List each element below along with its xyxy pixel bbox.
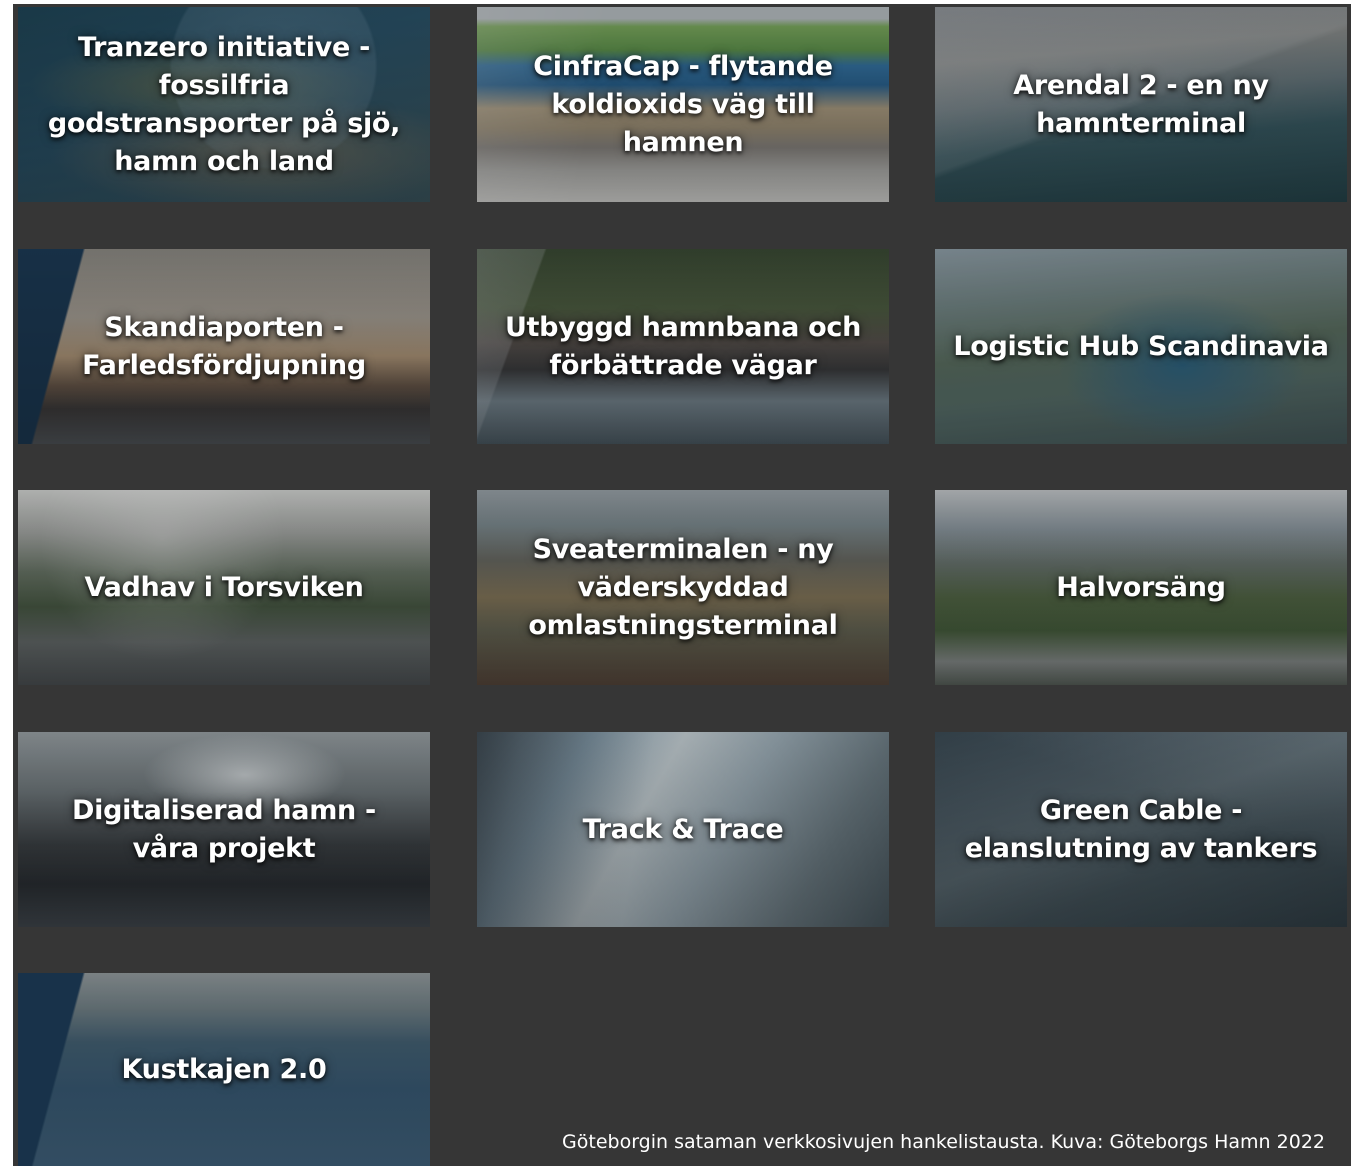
tile-label: Vadhav i Torsviken <box>84 571 364 603</box>
tile-label: Tranzero initiative - fossilfria godstra… <box>47 31 401 177</box>
tile-tranzero[interactable]: Tranzero initiative - fossilfria godstra… <box>18 7 430 202</box>
tile-arendal[interactable]: Arendal 2 - en ny hamnterminal <box>935 7 1347 202</box>
tile-label: Logistic Hub Scandinavia <box>953 330 1329 362</box>
tile-skandiaporten[interactable]: Skandiaporten - Farledsfördjupning <box>18 249 430 444</box>
tile-kustkajen[interactable]: Kustkajen 2.0 <box>18 973 430 1166</box>
tile-logistic-hub[interactable]: Logistic Hub Scandinavia <box>935 249 1347 444</box>
tile-label: Digitaliserad hamn - våra projekt <box>72 794 376 864</box>
project-grid: Tranzero initiative - fossilfria godstra… <box>13 4 1351 1166</box>
tile-label: Skandiaporten - Farledsfördjupning <box>82 311 366 381</box>
tile-hamnbana[interactable]: Utbyggd hamnbana och förbättrade vägar <box>477 249 889 444</box>
tile-label: Utbyggd hamnbana och förbättrade vägar <box>504 311 862 381</box>
tile-green-cable[interactable]: Green Cable - elanslutning av tankers <box>935 732 1347 927</box>
tile-label: Green Cable - elanslutning av tankers <box>964 794 1318 864</box>
tile-label: Sveaterminalen - ny väderskyddad omlastn… <box>528 533 838 641</box>
tile-halvorsang[interactable]: Halvorsäng <box>935 490 1347 685</box>
tile-vadhav[interactable]: Vadhav i Torsviken <box>18 490 430 685</box>
tile-label: Halvorsäng <box>1056 571 1226 603</box>
tile-digitaliserad[interactable]: Digitaliserad hamn - våra projekt <box>18 732 430 927</box>
tile-sveaterminalen[interactable]: Sveaterminalen - ny väderskyddad omlastn… <box>477 490 889 685</box>
tile-label: Kustkajen 2.0 <box>121 1053 327 1085</box>
tile-track-trace[interactable]: Track & Trace <box>477 732 889 927</box>
tile-label: Arendal 2 - en ny hamnterminal <box>1013 69 1269 139</box>
tile-label: CinfraCap - flytande koldioxids väg till… <box>533 50 833 158</box>
tile-label: Track & Trace <box>582 813 784 845</box>
image-caption: Göteborgin sataman verkkosivujen hankeli… <box>562 1131 1325 1153</box>
tile-cinfracap[interactable]: CinfraCap - flytande koldioxids väg till… <box>477 7 889 202</box>
